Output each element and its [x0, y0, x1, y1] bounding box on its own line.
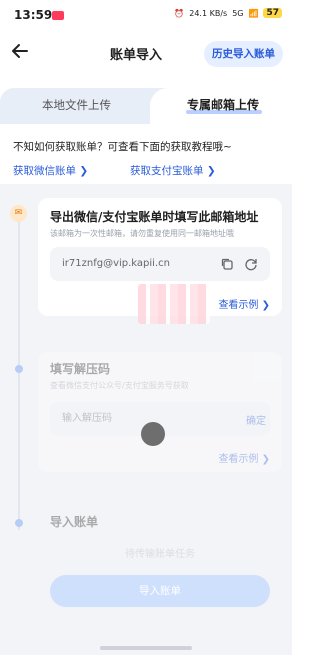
step3-dot	[15, 519, 23, 527]
step3-card: 导入账单 待传输账单任务 导入账单	[38, 505, 282, 617]
tab-mailbox-upload[interactable]: 专属邮箱上传	[187, 96, 259, 113]
signal-label: 5G	[232, 8, 244, 18]
email-field: ir71znfg@vip.kapii.cn	[50, 247, 270, 281]
help-text: 不知如何获取账单？可查看下面的获取教程哦~	[13, 141, 232, 153]
home-indicator[interactable]	[100, 646, 192, 650]
app-header: 账单导入 历史导入账单	[0, 34, 292, 72]
status-icons: ⏰ 24.1 KB/s 5G 📶 57	[174, 8, 282, 18]
step2-card: 填写解压码 查看微信支付公众号/支付宝服务号获取 输入解压码 确定 查看示例 ❯	[38, 352, 282, 472]
tab-local-upload[interactable]: 本地文件上传	[42, 97, 111, 113]
status-bar: 13:59 ⏰ 24.1 KB/s 5G 📶 57	[0, 0, 292, 34]
import-bill-button[interactable]: 导入账单	[50, 575, 270, 607]
confirm-button[interactable]: 确定	[246, 412, 266, 427]
refresh-icon[interactable]	[244, 257, 258, 271]
step2-example-link[interactable]: 查看示例 ❯	[218, 450, 270, 465]
step3-title: 导入账单	[50, 515, 99, 529]
pending-task-text: 待传输账单任务	[125, 549, 195, 560]
redacted-watermark	[138, 284, 210, 324]
battery-level: 57	[263, 8, 282, 18]
wifi-icon: 📶	[248, 8, 259, 18]
back-arrow-icon[interactable]	[10, 41, 34, 65]
history-import-button[interactable]: 历史导入账单	[204, 41, 283, 67]
net-speed: 24.1 KB/s	[189, 8, 228, 18]
envelope-icon: ✉	[10, 205, 27, 222]
alipay-bill-link[interactable]: 获取支付宝账单 ❯	[130, 163, 216, 178]
step2-subtitle: 查看微信支付公众号/支付宝服务号获取	[50, 381, 189, 390]
alarm-icon: ⏰	[174, 8, 185, 18]
step1-subtitle: 该邮箱为一次性邮箱，请勿重复使用同一邮箱地址哦	[50, 229, 234, 238]
copy-icon[interactable]	[220, 257, 234, 271]
touch-indicator	[141, 422, 165, 446]
clock: 13:59	[14, 8, 53, 22]
wechat-bill-link[interactable]: 获取微信账单 ❯	[13, 163, 88, 178]
step1-example-link[interactable]: 查看示例 ❯	[218, 296, 270, 311]
step2-dot	[15, 365, 23, 373]
unzip-code-placeholder: 输入解压码	[62, 413, 112, 424]
notification-badge-icon	[52, 11, 64, 20]
step1-title: 导出微信/支付宝账单时填写此邮箱地址	[50, 210, 259, 224]
page-title: 账单导入	[110, 48, 163, 63]
step2-title: 填写解压码	[50, 362, 111, 376]
email-address: ir71znfg@vip.kapii.cn	[62, 258, 170, 269]
